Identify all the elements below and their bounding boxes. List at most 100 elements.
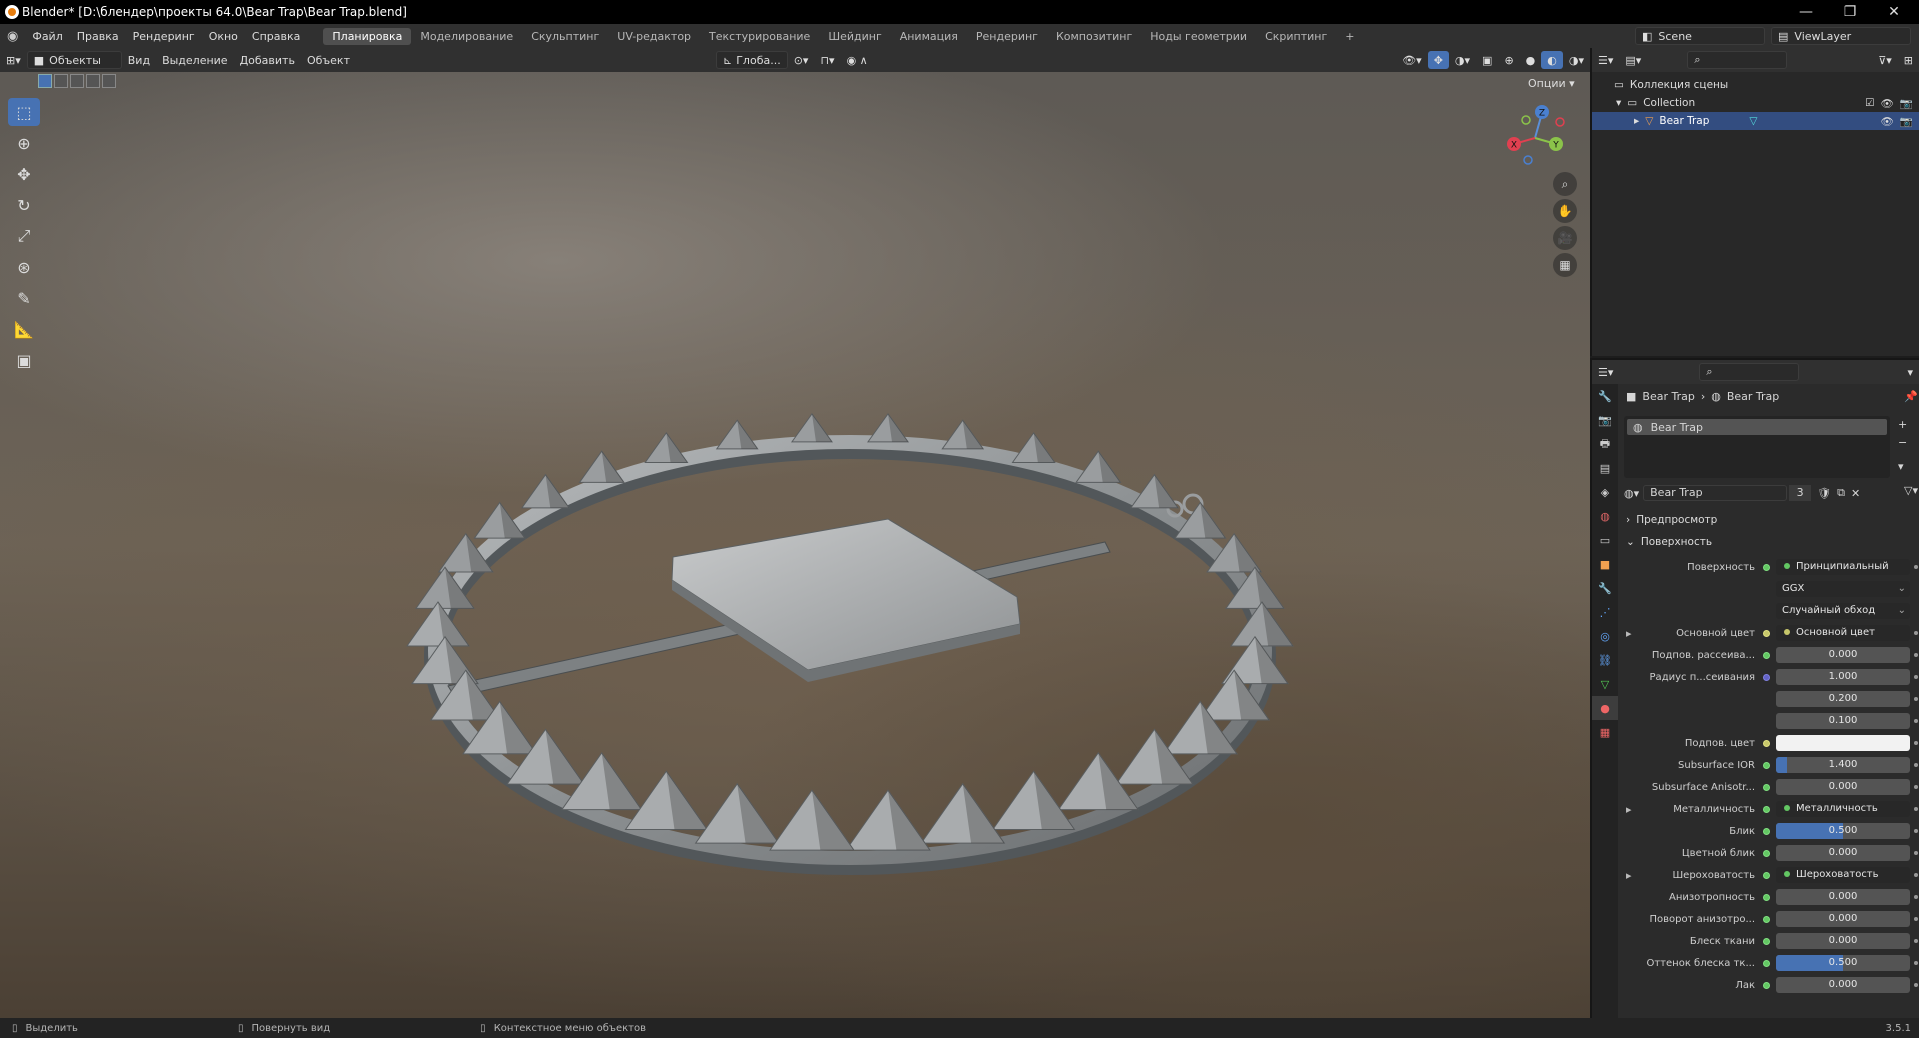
keyframe-icon[interactable] — [1914, 697, 1918, 701]
close-button[interactable]: ✕ — [1866, 0, 1919, 24]
new-collection-icon[interactable]: ⊞ — [1898, 51, 1919, 69]
socket-dot-icon[interactable] — [1763, 981, 1770, 989]
linked-socket-field[interactable]: Металличность — [1776, 801, 1910, 817]
material-tab-icon[interactable]: ● — [1592, 696, 1618, 720]
world-tab-icon[interactable]: ◍ — [1592, 504, 1618, 528]
solid-shading-icon[interactable]: ● — [1520, 51, 1542, 69]
pivot-point-icon[interactable]: ⊙▾ — [788, 51, 815, 69]
material-name-field[interactable]: Bear Trap — [1643, 485, 1788, 501]
keyframe-icon[interactable] — [1914, 939, 1918, 943]
texture-tab-icon[interactable]: ▦ — [1592, 720, 1618, 744]
particles-tab-icon[interactable]: ⋰ — [1592, 600, 1618, 624]
render-tab-icon[interactable]: 📷 — [1592, 408, 1618, 432]
tab-sculpting[interactable]: Скульптинг — [522, 28, 608, 45]
expand-arrow-icon[interactable]: ▸ — [1634, 115, 1639, 127]
mesh-data-icon[interactable]: ▽ — [1749, 115, 1757, 127]
socket-dot-icon[interactable] — [1763, 827, 1770, 835]
socket-dot-icon[interactable] — [1763, 783, 1770, 791]
material-users-count[interactable]: 3 — [1789, 485, 1812, 501]
menu-file[interactable]: Файл — [25, 30, 69, 43]
xray-toggle-icon[interactable]: ▣ — [1476, 51, 1498, 69]
keyframe-icon[interactable] — [1914, 675, 1918, 679]
socket-dot-icon[interactable] — [1763, 959, 1770, 967]
socket-dot-icon[interactable] — [1763, 893, 1770, 901]
keyframe-icon[interactable] — [1914, 829, 1918, 833]
mode-selector[interactable]: ■ Объекты — [26, 51, 122, 69]
output-tab-icon[interactable]: 🖶 — [1592, 432, 1618, 456]
tab-modeling[interactable]: Моделирование — [411, 28, 522, 45]
color-swatch[interactable] — [1776, 735, 1910, 751]
scene-tab-icon[interactable]: ◈ — [1592, 480, 1618, 504]
add-workspace-button[interactable]: + — [1336, 28, 1363, 45]
transform-orientation-dropdown[interactable]: ⊾ Глоба... — [716, 51, 788, 69]
keyframe-icon[interactable] — [1914, 719, 1918, 723]
exclude-checkbox-icon[interactable]: ☑ — [1865, 97, 1874, 109]
add-slot-icon[interactable]: + — [1898, 418, 1907, 431]
property-dropdown[interactable]: GGX ⌄ — [1776, 581, 1910, 597]
overlay-toggle-icon[interactable]: ◑▾ — [1449, 51, 1476, 69]
render-camera-icon[interactable]: 📷 — [1900, 97, 1913, 110]
display-mode-icon[interactable]: ▤▾ — [1619, 51, 1647, 69]
keyframe-icon[interactable] — [1914, 873, 1918, 877]
bear-trap-model[interactable] — [0, 72, 1590, 1018]
socket-dot-icon[interactable] — [1763, 805, 1770, 813]
socket-dot-icon[interactable] — [1763, 915, 1770, 923]
physics-tab-icon[interactable]: ◎ — [1592, 624, 1618, 648]
link-dropdown-icon[interactable]: ▽▾ — [1904, 484, 1918, 497]
socket-dot-icon[interactable] — [1763, 849, 1770, 857]
socket-dot-icon[interactable] — [1763, 673, 1770, 681]
property-number-field[interactable]: 0.000 — [1776, 889, 1910, 905]
property-number-field[interactable]: 0.000 — [1776, 845, 1910, 861]
tab-uv-editing[interactable]: UV-редактор — [608, 28, 700, 45]
socket-dot-icon[interactable] — [1763, 563, 1770, 571]
visibility-eye-icon[interactable]: 👁 — [1881, 97, 1894, 110]
keyframe-icon[interactable] — [1914, 785, 1918, 789]
outliner-collection[interactable]: ▾ ▭ Collection ☑ 👁 📷 — [1592, 94, 1919, 112]
outliner-scene-collection[interactable]: ▭ Коллекция сцены — [1592, 76, 1919, 94]
duplicate-material-icon[interactable]: ⧉ — [1837, 486, 1845, 500]
property-number-field[interactable]: 0.000 — [1776, 933, 1910, 949]
keyframe-icon[interactable] — [1914, 653, 1918, 657]
socket-dot-icon[interactable] — [1763, 651, 1770, 659]
menu-view[interactable]: Вид — [122, 51, 156, 69]
tab-layout[interactable]: Планировка — [323, 27, 412, 45]
menu-edit[interactable]: Правка — [70, 30, 126, 43]
keyframe-icon[interactable] — [1914, 983, 1918, 987]
tool-tab-icon[interactable]: 🔧 — [1592, 384, 1618, 408]
property-dropdown[interactable]: Случайный обход ⌄ — [1776, 603, 1910, 619]
properties-editor-type-icon[interactable]: ☰▾ — [1592, 363, 1619, 381]
expand-socket-icon[interactable]: ▸ — [1626, 803, 1632, 816]
outliner-search-icon[interactable]: ⌕ — [1687, 51, 1788, 69]
snap-icon[interactable]: ⊓▾ — [814, 51, 840, 69]
constraints-tab-icon[interactable]: ⛓ — [1592, 648, 1618, 672]
view-layer-tab-icon[interactable]: ▤ — [1592, 456, 1618, 480]
view-layer-selector[interactable]: ▤ ViewLayer — [1771, 27, 1911, 45]
unlink-material-icon[interactable]: ✕ — [1851, 487, 1860, 500]
keyframe-icon[interactable] — [1914, 961, 1918, 965]
socket-dot-icon[interactable] — [1763, 761, 1770, 769]
visibility-icon[interactable]: 👁▾ — [1396, 51, 1428, 69]
tab-scripting[interactable]: Скриптинг — [1256, 28, 1336, 45]
socket-dot-icon[interactable] — [1763, 871, 1770, 879]
collapse-arrow-icon[interactable]: ▾ — [1616, 97, 1621, 109]
property-number-field[interactable]: 1.400 — [1776, 757, 1910, 773]
property-number-field[interactable]: 0.000 — [1776, 647, 1910, 663]
slot-specials-icon[interactable]: ▾ — [1898, 460, 1904, 473]
property-number-field[interactable]: 1.000 — [1776, 669, 1910, 685]
object-tab-icon[interactable]: ■ — [1592, 552, 1618, 576]
menu-object[interactable]: Объект — [301, 51, 356, 69]
pin-icon[interactable]: 📌 — [1904, 390, 1918, 403]
property-number-field[interactable]: 0.000 — [1776, 779, 1910, 795]
scene-selector[interactable]: ◧ Scene — [1635, 27, 1765, 45]
menu-select[interactable]: Выделение — [156, 51, 234, 69]
property-number-field[interactable]: 0.500 — [1776, 823, 1910, 839]
linked-socket-field[interactable]: Основной цвет — [1776, 625, 1910, 641]
surface-panel-header[interactable]: ⌄ Поверхность — [1620, 532, 1915, 552]
remove-slot-icon[interactable]: − — [1898, 436, 1907, 449]
tab-geometry-nodes[interactable]: Ноды геометрии — [1141, 28, 1256, 45]
tab-texture-paint[interactable]: Текстурирование — [700, 28, 819, 45]
3d-viewport[interactable]: Опции ▾ ⬚ ⊕ ✥ ↻ ⤢ ⊛ ✎ 📐 ▣ Z Y X ⌕ ✋ 🎥 ▦ — [0, 72, 1590, 1018]
object-render-camera-icon[interactable]: 📷 — [1900, 115, 1913, 128]
menu-render[interactable]: Рендеринг — [126, 30, 202, 43]
property-number-field[interactable]: 0.000 — [1776, 911, 1910, 927]
